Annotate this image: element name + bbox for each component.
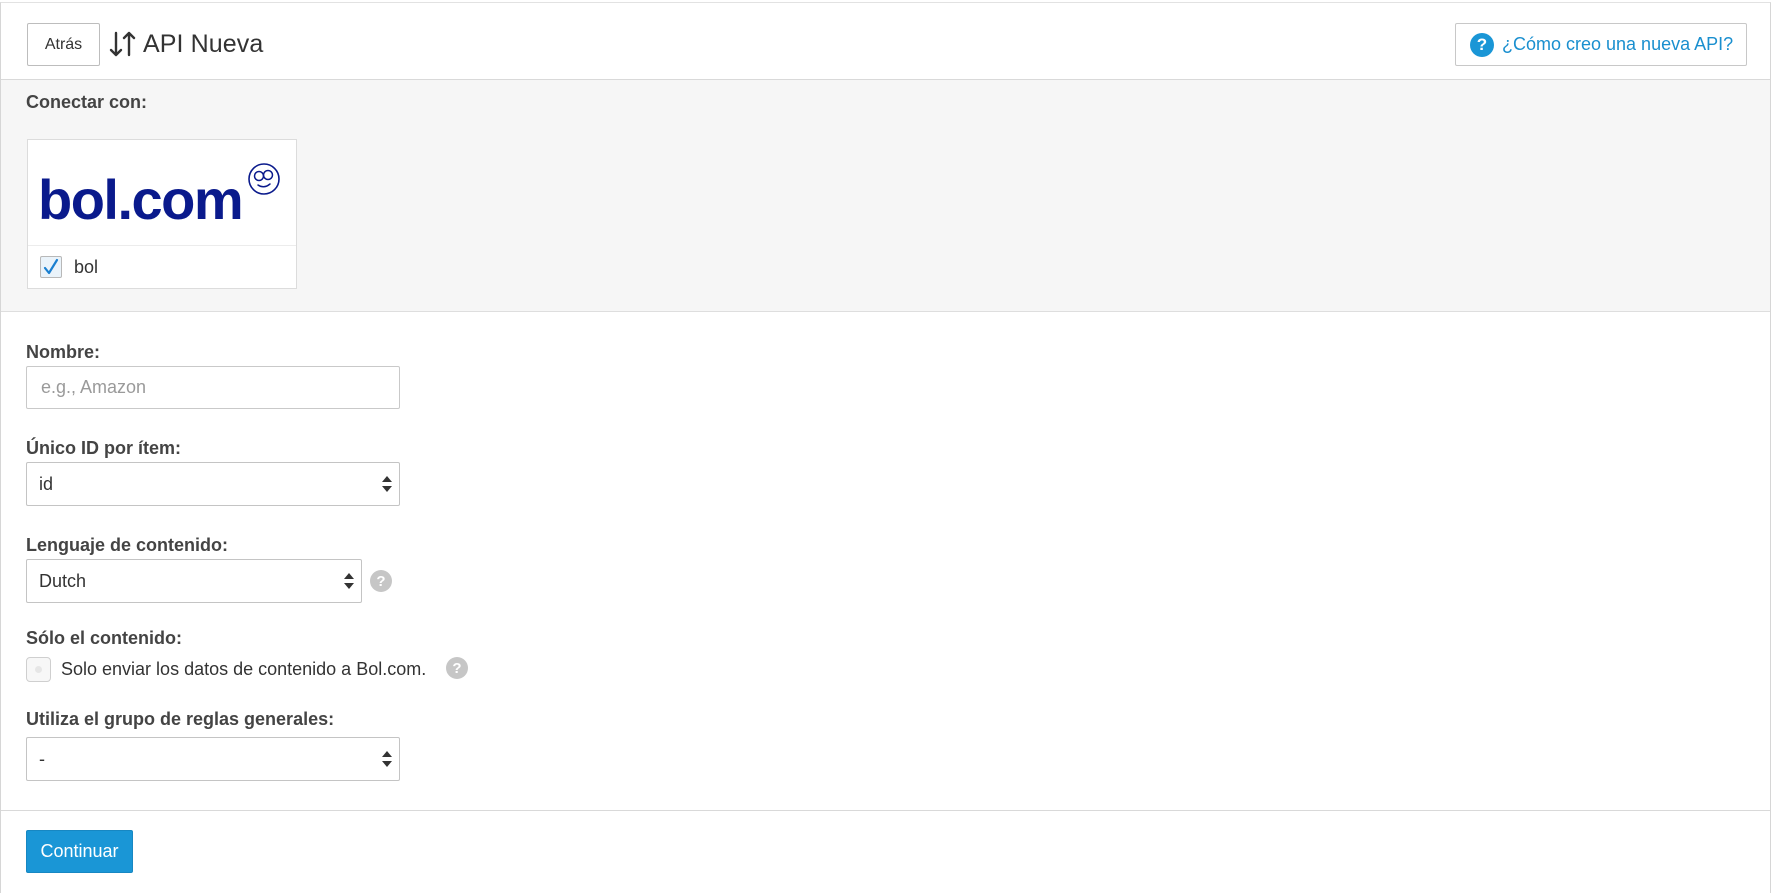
checkbox-dot-icon — [35, 666, 42, 673]
connect-section: Conectar con: bol.com bol — [1, 80, 1770, 312]
connector-card-bol[interactable]: bol.com bol — [27, 139, 297, 289]
connector-check-row: bol — [40, 256, 98, 278]
help-link-button[interactable]: ? ¿Cómo creo una nueva API? — [1455, 23, 1747, 66]
name-input[interactable] — [26, 366, 400, 409]
question-circle-icon: ? — [1470, 32, 1494, 57]
bol-logo-text: bol.com — [38, 168, 244, 231]
content-language-value: Dutch — [39, 570, 87, 591]
content-language-label: Lenguaje de contenido: — [26, 535, 229, 555]
unique-id-value: id — [39, 473, 54, 494]
select-caret-icon — [382, 476, 392, 492]
connect-label: Conectar con: — [26, 92, 148, 112]
content-only-checkbox[interactable] — [26, 657, 51, 682]
checkmark-icon — [43, 258, 59, 275]
content-language-select[interactable]: Dutch — [26, 559, 362, 603]
select-caret-icon — [382, 751, 392, 767]
content-only-label: Sólo el contenido: — [26, 628, 182, 648]
question-circle-icon[interactable]: ? — [370, 570, 392, 592]
bol-logo: bol.com — [28, 140, 296, 246]
title-wrap: API Nueva — [109, 25, 263, 63]
header: Atrás API Nueva ? ¿Cómo creo una nueva A… — [1, 3, 1770, 80]
page-title: API Nueva — [143, 29, 264, 58]
name-label: Nombre: — [26, 342, 101, 362]
connector-name: bol — [74, 256, 99, 277]
unique-id-select[interactable]: id — [26, 462, 400, 506]
help-link-label: ¿Cómo creo una nueva API? — [1502, 34, 1734, 54]
rule-group-value: - — [39, 748, 45, 769]
page: Atrás API Nueva ? ¿Cómo creo una nueva A… — [0, 0, 1772, 893]
select-caret-icon — [344, 573, 354, 589]
back-button[interactable]: Atrás — [27, 23, 100, 66]
unique-id-label: Único ID por ítem: — [26, 438, 182, 458]
rule-group-label: Utiliza el grupo de reglas generales: — [26, 709, 335, 729]
bol-smiley-mark-icon — [248, 163, 280, 195]
question-circle-icon[interactable]: ? — [446, 657, 468, 679]
connector-checkbox[interactable] — [40, 256, 62, 278]
rule-group-select[interactable]: - — [26, 737, 400, 781]
continue-button[interactable]: Continuar — [26, 830, 133, 873]
sort-arrows-icon — [109, 29, 137, 59]
footer-divider — [1, 810, 1770, 811]
content-only-option-label: Solo enviar los datos de contenido a Bol… — [61, 659, 427, 679]
